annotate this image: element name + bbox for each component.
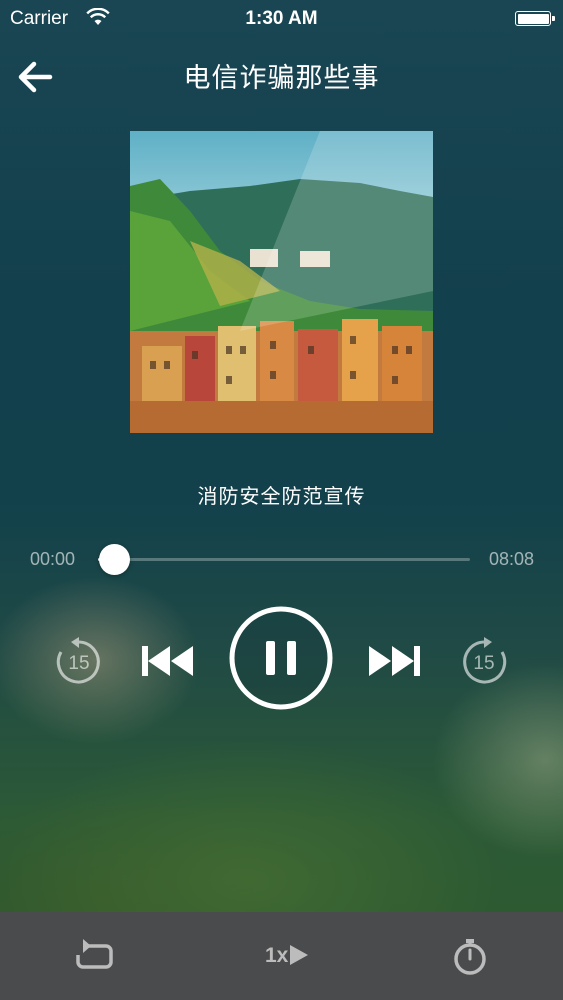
progress-bar[interactable]: 00:00 08:08: [0, 540, 563, 580]
previous-track-button[interactable]: [140, 642, 196, 680]
next-track-icon: [369, 646, 420, 676]
next-track-button[interactable]: [366, 642, 422, 680]
forward-15-label: 15: [473, 653, 494, 674]
progress-thumb[interactable]: [99, 544, 131, 575]
clock: 1:30 AM: [245, 8, 318, 29]
timer-icon: [454, 939, 486, 975]
rewind-15-icon: 15: [56, 637, 100, 684]
rewind-15-button[interactable]: 15: [54, 636, 104, 686]
forward-15-icon: 15: [463, 637, 507, 684]
playback-controls: 15 15: [0, 600, 563, 720]
elapsed-time: 00:00: [30, 549, 76, 569]
album-cover-image: [130, 131, 433, 433]
play-arrow-icon: [290, 944, 309, 965]
pause-button[interactable]: [229, 606, 333, 710]
repeat-icon: [76, 939, 113, 969]
repeat-button[interactable]: [73, 938, 115, 974]
sleep-timer-button[interactable]: [451, 938, 489, 976]
rewind-15-label: 15: [68, 653, 89, 674]
pause-icon: [229, 606, 333, 710]
previous-track-icon: [142, 646, 193, 676]
progress-track[interactable]: [98, 544, 470, 575]
album-cover: [130, 131, 433, 433]
forward-15-button[interactable]: 15: [459, 636, 509, 686]
bottom-toolbar: 1x: [0, 912, 563, 1000]
track-title: 消防安全防范宣传: [197, 486, 366, 508]
total-time: 08:08: [488, 549, 534, 569]
page-title: 电信诈骗那些事: [183, 63, 380, 93]
battery-icon: [515, 11, 555, 26]
status-bar: Carrier 1:30 AM: [0, 0, 563, 38]
playback-speed-label: 1x: [265, 944, 289, 967]
playback-speed-button[interactable]: 1x: [265, 938, 321, 974]
